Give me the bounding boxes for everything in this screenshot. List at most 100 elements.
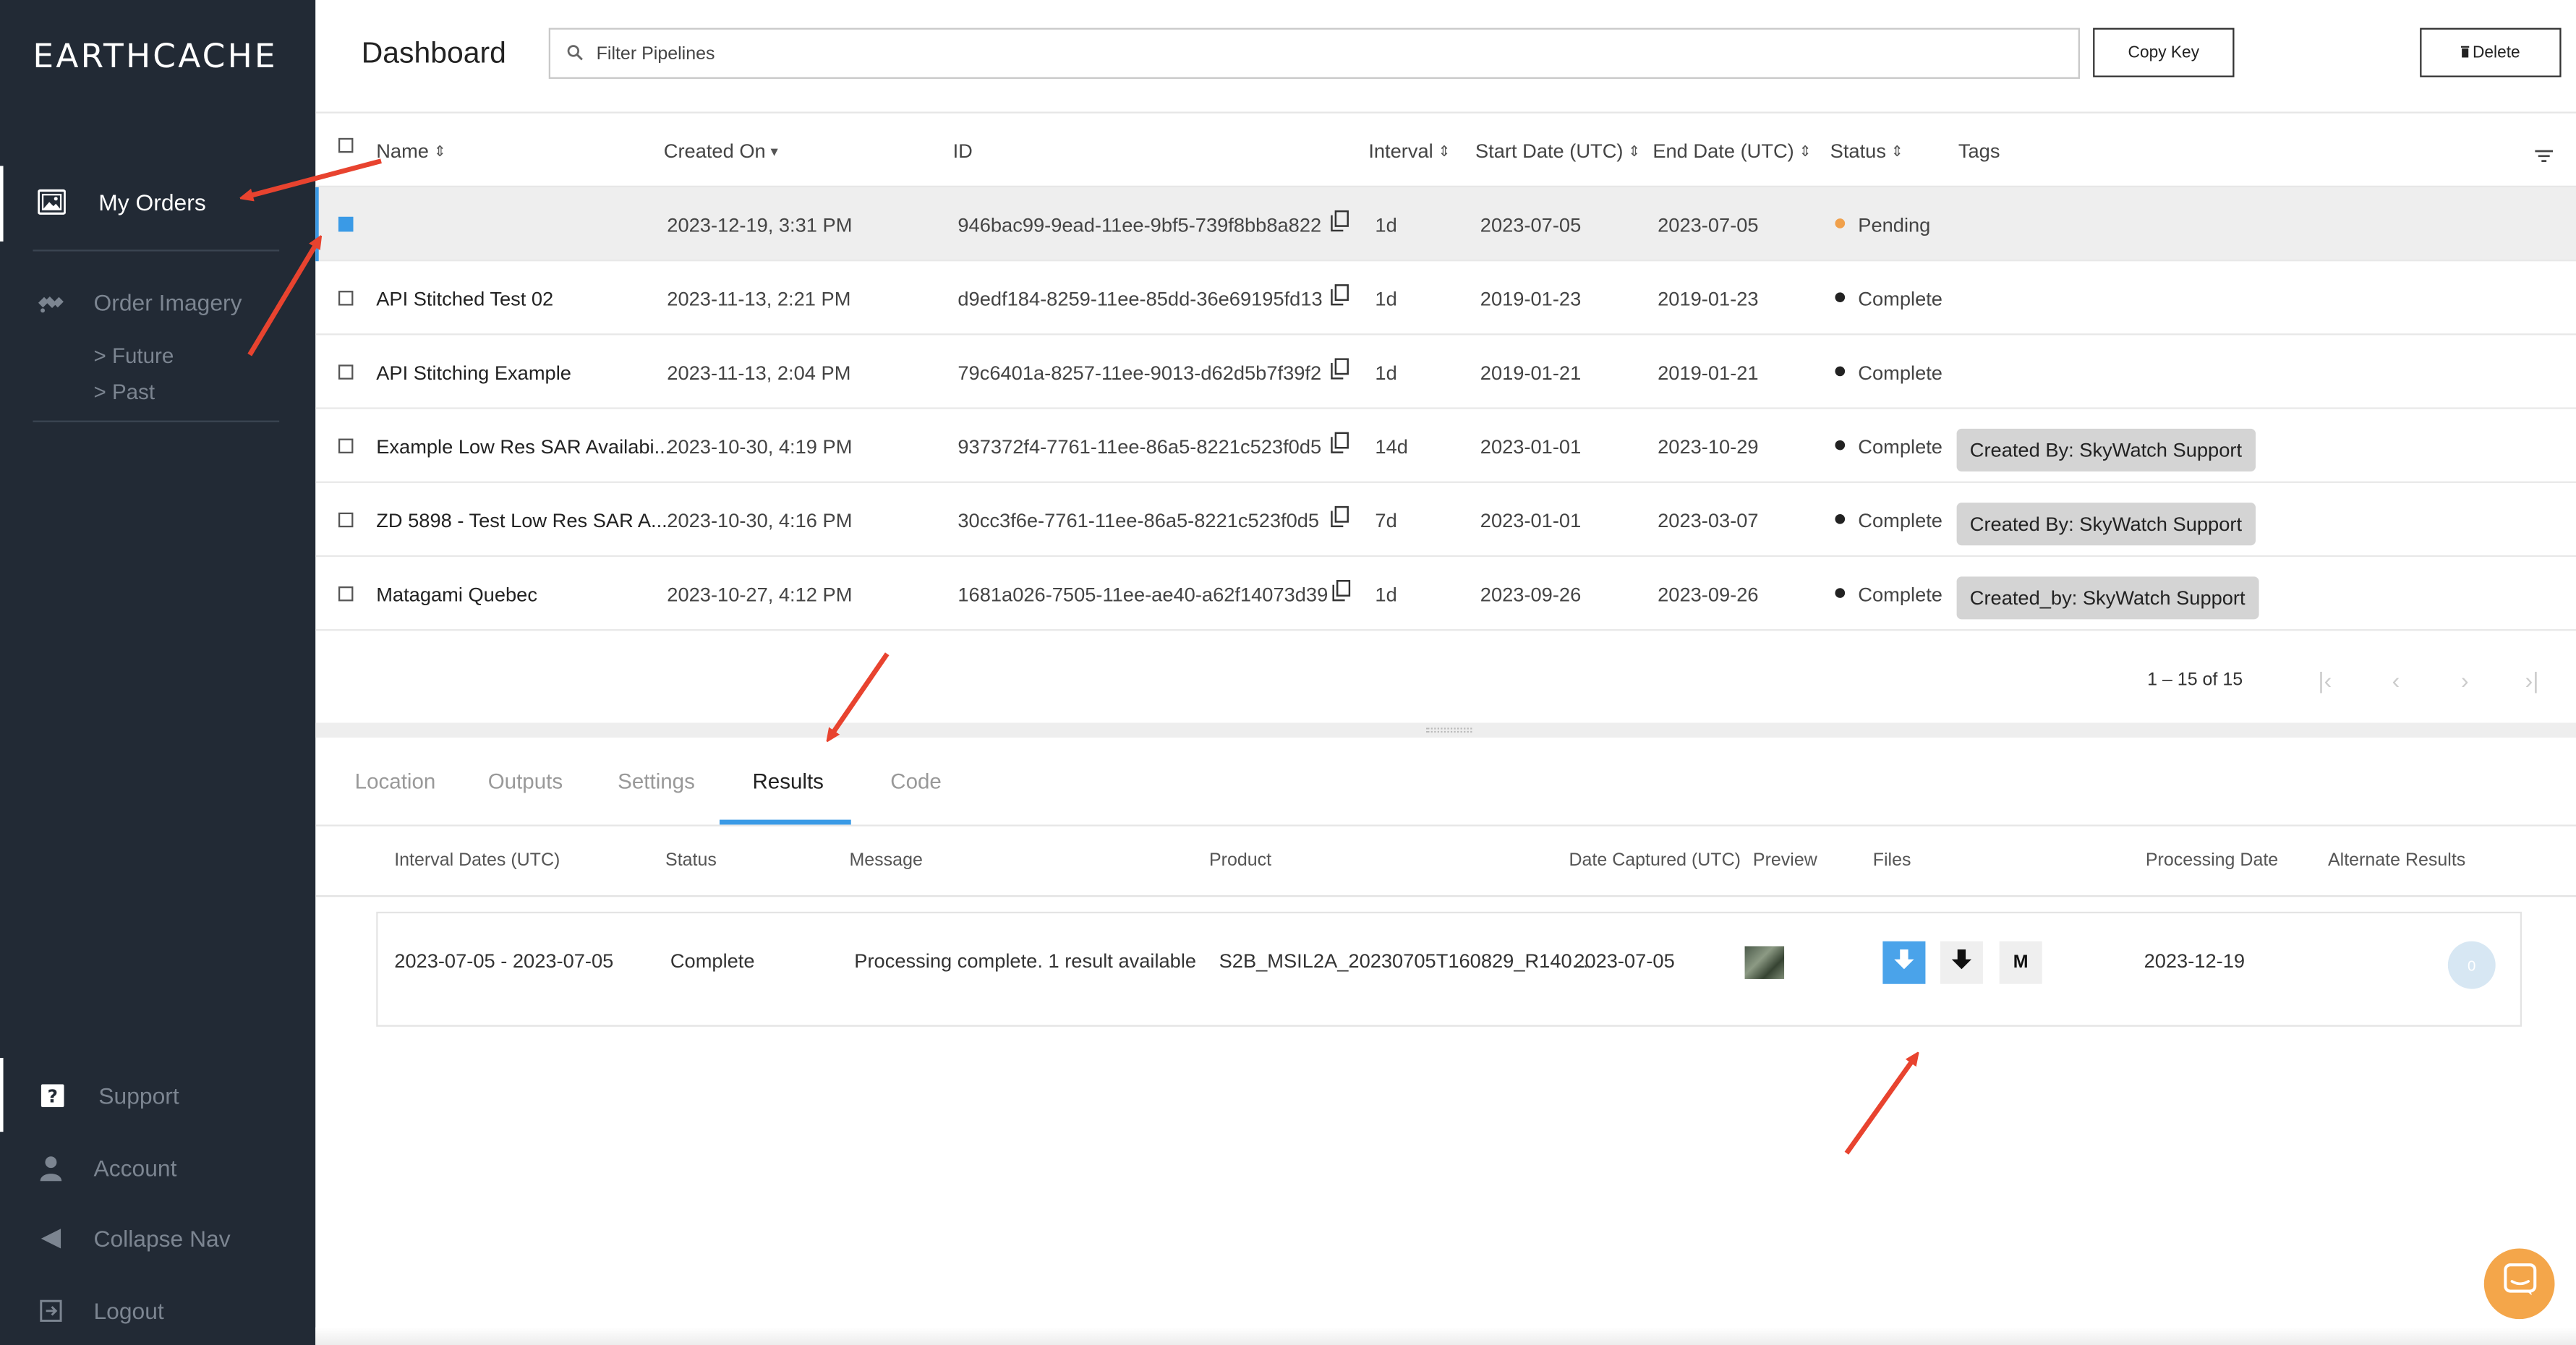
sidebar-item-label: Collapse Nav <box>93 1225 231 1252</box>
filter-placeholder: Filter Pipelines <box>596 43 715 64</box>
svg-text:?: ? <box>47 1085 57 1106</box>
column-header-status[interactable]: Status ⇕ <box>1830 140 1903 163</box>
row-interval: 14d <box>1375 435 1408 458</box>
tab-code[interactable]: Code <box>890 769 942 793</box>
status-complete-dot <box>1835 514 1846 524</box>
column-header-created-on[interactable]: Created On ▾ <box>664 140 778 163</box>
download-button[interactable] <box>1882 941 1926 984</box>
next-page-icon[interactable]: › <box>2461 667 2469 693</box>
results-header-divider <box>315 895 2576 897</box>
row-id: 946bac99-9ead-11ee-9bf5-739f8bb8a822 <box>958 213 1322 237</box>
sort-icon: ⇕ <box>1438 142 1451 159</box>
table-row[interactable]: API Stitching Example 2023-11-13, 2:04 P… <box>315 335 2576 409</box>
select-all-checkbox[interactable] <box>338 137 354 153</box>
row-status: Complete <box>1858 583 1942 607</box>
row-interval: 1d <box>1375 583 1397 607</box>
row-end-date: 2023-07-05 <box>1658 213 1759 237</box>
row-name[interactable]: Matagami Quebec <box>376 583 537 606</box>
metadata-button[interactable]: M <box>1999 941 2042 984</box>
row-end-date: 2023-03-07 <box>1658 509 1759 533</box>
status-complete-dot <box>1835 292 1846 302</box>
row-id: 937372f4-7761-11ee-86a5-8221c523f0d5 <box>958 435 1322 458</box>
sidebar-item-logout[interactable]: Logout <box>0 1288 315 1334</box>
status-pending-dot <box>1835 218 1846 229</box>
row-checkbox[interactable] <box>338 364 354 380</box>
row-checkbox[interactable] <box>338 291 354 306</box>
row-selection-bar <box>315 187 319 262</box>
row-checkbox[interactable] <box>338 586 354 602</box>
status-complete-dot <box>1835 588 1846 598</box>
copy-icon[interactable] <box>1331 505 1349 536</box>
splitter-grip-icon[interactable] <box>1425 727 1472 733</box>
column-header-interval[interactable]: Interval ⇕ <box>1368 140 1450 163</box>
prev-page-icon[interactable]: ‹ <box>2392 667 2400 693</box>
filter-lines-icon[interactable] <box>2535 141 2554 171</box>
sidebar-item-account[interactable]: Account <box>0 1145 315 1191</box>
row-start-date: 2023-09-26 <box>1480 583 1582 607</box>
table-row[interactable]: Matagami Quebec 2023-10-27, 4:12 PM 1681… <box>315 557 2576 631</box>
tab-location[interactable]: Location <box>355 769 436 793</box>
row-checkbox[interactable] <box>338 438 354 453</box>
column-header-name[interactable]: Name ⇕ <box>376 140 446 163</box>
header-divider <box>315 111 2576 114</box>
tab-outputs[interactable]: Outputs <box>488 769 563 793</box>
chat-launcher-button[interactable] <box>2483 1248 2555 1320</box>
sidebar-item-support[interactable]: ? Support <box>0 1057 315 1132</box>
active-indicator <box>0 166 4 242</box>
row-start-date: 2023-07-05 <box>1480 213 1582 237</box>
question-icon: ? <box>38 1081 67 1111</box>
column-header-start-date[interactable]: Start Date (UTC) ⇕ <box>1475 140 1640 163</box>
filter-input[interactable]: Filter Pipelines <box>548 27 2080 80</box>
pagination-range: 1 – 15 of 15 <box>2147 670 2243 691</box>
row-checkbox[interactable] <box>338 216 354 232</box>
app-stage: EARTHCACHE My Orders Order Imagery > Fut… <box>0 0 2576 1345</box>
table-row[interactable]: 2023-12-19, 3:31 PM 946bac99-9ead-11ee-9… <box>315 187 2576 262</box>
image-icon <box>36 187 66 217</box>
row-checkbox[interactable] <box>338 512 354 528</box>
sidebar-item-label: Logout <box>93 1297 164 1324</box>
copy-icon[interactable] <box>1331 210 1349 240</box>
chat-icon <box>2503 1263 2536 1305</box>
status-complete-dot <box>1835 440 1846 451</box>
row-name[interactable]: API Stitching Example <box>376 362 571 385</box>
sidebar-subitem-future[interactable]: > Future <box>93 343 174 368</box>
column-header-end-date[interactable]: End Date (UTC) ⇕ <box>1652 140 1811 163</box>
column-label: Status <box>1830 140 1886 163</box>
copy-icon[interactable] <box>1331 358 1349 388</box>
page-title: Dashboard <box>361 35 506 69</box>
last-page-icon[interactable]: ›| <box>2525 667 2539 693</box>
sidebar-item-collapse-nav[interactable]: Collapse Nav <box>0 1216 315 1262</box>
download-alt-button[interactable] <box>1940 941 1983 984</box>
delete-button[interactable]: Delete <box>2420 27 2562 77</box>
tabs-divider <box>315 824 2576 827</box>
sidebar-divider <box>33 420 280 422</box>
copy-key-button[interactable]: Copy Key <box>2093 27 2235 77</box>
row-end-date: 2019-01-21 <box>1658 361 1759 385</box>
row-start-date: 2019-01-23 <box>1480 287 1582 311</box>
result-captured: 2023-07-05 <box>1574 949 1675 973</box>
tab-settings[interactable]: Settings <box>618 769 695 793</box>
sidebar-item-order-imagery[interactable]: Order Imagery <box>0 279 315 325</box>
alternate-results-badge[interactable]: 0 <box>2447 941 2496 989</box>
column-label: Interval <box>1368 140 1433 163</box>
row-name[interactable]: Example Low Res SAR Availabi... <box>376 435 670 458</box>
table-row[interactable]: ZD 5898 - Test Low Res SAR A... 2023-10-… <box>315 483 2576 558</box>
sort-icon: ⇕ <box>1628 142 1641 159</box>
row-interval: 7d <box>1375 509 1397 533</box>
copy-icon[interactable] <box>1331 432 1349 461</box>
table-row[interactable]: API Stitched Test 02 2023-11-13, 2:21 PM… <box>315 261 2576 336</box>
preview-thumbnail[interactable] <box>1744 946 1785 979</box>
table-row[interactable]: Example Low Res SAR Availabi... 2023-10-… <box>315 409 2576 483</box>
tab-results[interactable]: Results <box>752 769 823 793</box>
row-created: 2023-11-13, 2:21 PM <box>667 287 851 311</box>
download-icon <box>1894 949 1914 975</box>
sidebar-item-label: Account <box>93 1155 177 1182</box>
app-logo: EARTHCACHE <box>33 35 278 76</box>
copy-icon[interactable] <box>1332 580 1351 610</box>
copy-icon[interactable] <box>1331 284 1349 314</box>
first-page-icon[interactable]: |‹ <box>2318 667 2332 693</box>
row-name[interactable]: API Stitched Test 02 <box>376 288 553 311</box>
sidebar-subitem-past[interactable]: > Past <box>93 380 155 404</box>
row-name[interactable]: ZD 5898 - Test Low Res SAR A... <box>376 509 668 532</box>
sidebar-item-my-orders[interactable]: My Orders <box>0 166 315 242</box>
